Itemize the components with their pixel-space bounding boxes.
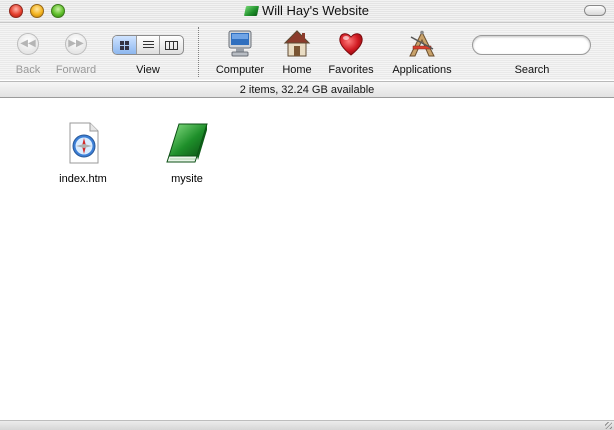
applications-button[interactable]: Applications: [392, 29, 452, 76]
back-arrow-icon: ◀◀: [17, 33, 39, 55]
resize-grip-icon[interactable]: [605, 422, 612, 429]
toolbar: ◀◀ Back ▶▶ Forward View Computer Home Fa…: [0, 23, 614, 80]
applications-a-icon: [409, 30, 435, 57]
file-area[interactable]: index.htm mysite: [0, 98, 614, 420]
search-label: Search: [514, 64, 550, 76]
search-input[interactable]: [472, 35, 591, 55]
computer-button[interactable]: Computer: [216, 29, 264, 76]
view-control: [112, 35, 184, 55]
applications-label: Applications: [392, 64, 452, 76]
home-button[interactable]: Home: [282, 29, 312, 76]
window-title-text: Will Hay's Website: [262, 3, 369, 18]
column-view-icon: [165, 40, 179, 50]
status-text: 2 items, 32.24 GB available: [239, 84, 375, 96]
status-bar: 2 items, 32.24 GB available: [0, 81, 614, 98]
file-name: index.htm: [59, 173, 107, 185]
favorites-button[interactable]: Favorites: [328, 29, 374, 76]
monitor-icon: [228, 30, 252, 57]
heart-icon: [339, 33, 363, 56]
toolbar-separator: [198, 27, 199, 77]
green-book-icon: [166, 123, 208, 163]
finder-window: Will Hay's Website ◀◀ Back ▶▶ Forward Vi…: [0, 0, 614, 430]
window-title: Will Hay's Website: [0, 4, 614, 18]
icon-view-button[interactable]: [113, 36, 137, 54]
column-view-button[interactable]: [160, 36, 183, 54]
list-view-icon: [142, 40, 154, 50]
icon-view-icon: [119, 40, 129, 50]
forward-arrow-icon: ▶▶: [65, 33, 87, 55]
list-view-button[interactable]: [137, 36, 161, 54]
back-button[interactable]: ◀◀ Back: [16, 29, 40, 76]
title-bar[interactable]: Will Hay's Website: [0, 0, 614, 23]
forward-label: Forward: [55, 64, 97, 76]
file-item-mysite[interactable]: mysite: [147, 122, 227, 185]
house-icon: [283, 30, 311, 57]
toolbar-toggle-button[interactable]: [584, 5, 606, 16]
file-item-index-htm[interactable]: index.htm: [43, 122, 123, 185]
green-book-icon[interactable]: [243, 6, 260, 16]
favorites-label: Favorites: [328, 64, 374, 76]
file-name: mysite: [171, 173, 203, 185]
view-label: View: [136, 64, 160, 76]
forward-button[interactable]: ▶▶ Forward: [56, 29, 96, 76]
html-document-icon: [69, 122, 99, 164]
